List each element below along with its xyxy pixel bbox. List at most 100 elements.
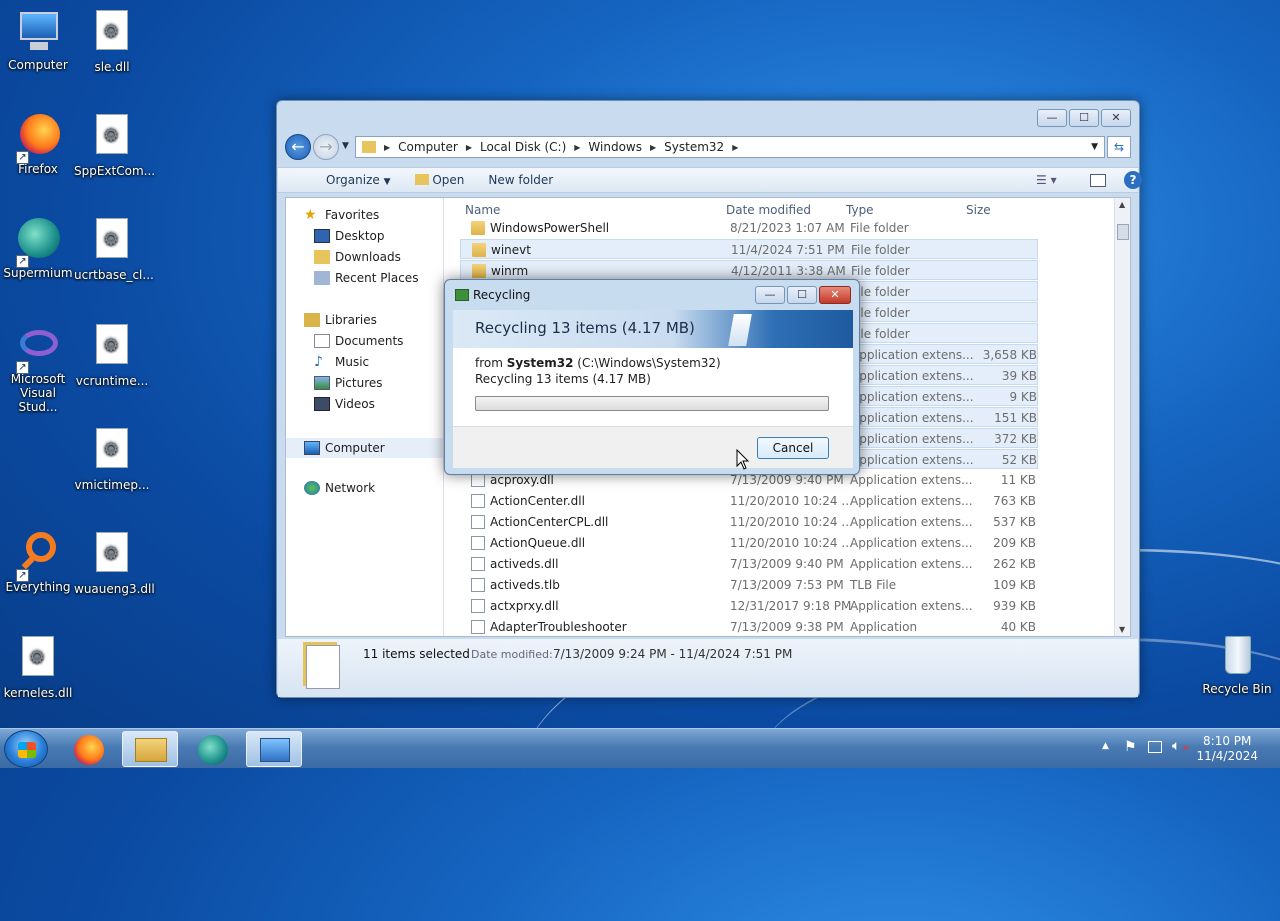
desktop-icon-everything[interactable]: ↗ Everything <box>0 530 76 594</box>
column-header-name[interactable]: Name <box>465 203 500 217</box>
dialog-banner: Recycling 13 items (4.17 MB) <box>453 310 853 348</box>
videos-icon <box>314 397 330 411</box>
file-row[interactable]: activeds.dll 7/13/2009 9:40 PM Application… <box>460 554 1038 574</box>
cancel-button[interactable]: Cancel <box>757 437 829 459</box>
scrollbar-thumb[interactable] <box>1117 224 1129 240</box>
window-controls: — ☐ ✕ <box>1037 109 1131 127</box>
desktop-icon-visual-studio[interactable]: ↗ Microsoft Visual Stud... <box>0 322 76 414</box>
desktop-icon-wuaueng3[interactable]: wuaueng3.dll <box>74 530 155 596</box>
dialog-minimize-button[interactable]: — <box>755 286 785 304</box>
file-row[interactable]: AdapterTroubleshooter 7/13/2009 9:38 PM Ap… <box>460 617 1038 636</box>
from-folder[interactable]: System32 <box>507 356 574 370</box>
nav-libraries[interactable]: Libraries <box>304 313 377 327</box>
folder-icon <box>472 264 486 278</box>
view-options-icon[interactable]: ☰ ▾ <box>1036 173 1057 187</box>
forward-button[interactable]: → <box>313 134 339 160</box>
column-header-type[interactable]: Type <box>846 203 874 217</box>
nav-downloads[interactable]: Downloads <box>314 250 401 264</box>
new-folder-button[interactable]: New folder <box>488 173 553 187</box>
file-type: Application extens... <box>850 494 973 508</box>
file-name: winrm <box>491 264 529 278</box>
organize-button[interactable]: Organize ▼ <box>302 173 391 187</box>
taskbar-supermium[interactable] <box>186 731 242 767</box>
display-icon[interactable] <box>1148 741 1162 753</box>
column-header-date[interactable]: Date modified <box>726 203 811 217</box>
desktop-icon-computer[interactable]: Computer <box>0 8 76 72</box>
dialog-close-button[interactable]: ✕ <box>819 286 851 304</box>
clock[interactable]: 8:10 PM 11/4/2024 <box>1196 734 1258 764</box>
volume-muted-icon[interactable]: 🔈︎ <box>1172 738 1180 754</box>
recycle-progress-icon <box>455 289 469 301</box>
taskbar-explorer[interactable] <box>122 731 178 767</box>
dll-file-icon <box>88 428 136 476</box>
dialog-maximize-button[interactable]: ☐ <box>787 286 817 304</box>
column-header-size[interactable]: Size <box>966 203 991 217</box>
nav-documents[interactable]: Documents <box>314 334 403 348</box>
file-row[interactable]: ActionQueue.dll 11/20/2010 10:24 ... Appli… <box>460 533 1038 553</box>
history-dropdown-icon[interactable]: ▼ <box>342 141 349 151</box>
taskbar-control-panel[interactable] <box>246 731 302 767</box>
scroll-down-icon[interactable]: ▼ <box>1119 625 1125 634</box>
file-row[interactable]: ActionCenter.dll 11/20/2010 10:24 ... Appl… <box>460 491 1038 511</box>
desktop-icon-vcruntime[interactable]: vcruntime... <box>74 322 150 388</box>
file-type: Application extens... <box>851 369 974 383</box>
desktop-icon-ucrtbase[interactable]: ucrtbase_cl... <box>74 216 154 282</box>
file-row[interactable]: activeds.tlb 7/13/2009 7:53 PM TLB File 109… <box>460 575 1038 595</box>
chevron-right-icon: ▶ <box>650 142 657 152</box>
nav-videos[interactable]: Videos <box>314 397 375 411</box>
file-row[interactable]: actxprxy.dll 12/31/2017 9:18 PM Applicatio… <box>460 596 1038 616</box>
file-type: File folder <box>851 243 910 257</box>
nav-computer[interactable]: Computer <box>286 438 443 458</box>
file-size: 9 KB <box>1009 390 1037 404</box>
sort-ascending-icon: ^ <box>588 197 595 203</box>
minimize-button[interactable]: — <box>1037 109 1067 127</box>
desktop-icon-label: Computer <box>8 58 68 72</box>
desktop-icon-vmictimep[interactable]: vmictimep... <box>74 426 150 492</box>
desktop-icon-recycle-bin[interactable]: Recycle Bin <box>1199 632 1275 696</box>
documents-icon <box>314 334 330 348</box>
file-row[interactable]: WindowsPowerShell 8/21/2023 1:07 AM File f… <box>460 218 1038 238</box>
close-button[interactable]: ✕ <box>1101 109 1131 127</box>
taskbar-firefox[interactable] <box>62 731 118 767</box>
desktop-icon-kerneles[interactable]: kerneles.dll <box>0 634 76 700</box>
nav-pictures[interactable]: Pictures <box>314 376 383 390</box>
file-row[interactable]: winrm 4/12/2011 3:38 AM File folder <box>460 260 1038 280</box>
breadcrumb-local-disk[interactable]: Local Disk (C:) <box>480 140 566 154</box>
desktop-icon-supermium[interactable]: ↗ Supermium <box>0 216 76 280</box>
address-dropdown-icon[interactable]: ▼ <box>1091 142 1098 152</box>
start-button[interactable] <box>4 730 48 768</box>
vertical-scrollbar[interactable]: ▲ ▼ <box>1114 198 1130 636</box>
libraries-icon <box>304 313 320 327</box>
scroll-up-icon[interactable]: ▲ <box>1119 200 1125 209</box>
file-row[interactable]: ActionCenterCPL.dll 11/20/2010 10:24 ... A… <box>460 512 1038 532</box>
address-bar[interactable]: ▶ Computer ▶ Local Disk (C:) ▶ Windows ▶… <box>355 136 1105 158</box>
nav-recent-places[interactable]: Recent Places <box>314 271 418 285</box>
breadcrumb-windows[interactable]: Windows <box>588 140 642 154</box>
desktop-icon-sppextcom[interactable]: SppExtCom... <box>74 112 155 178</box>
nav-music[interactable]: ♪ Music <box>314 355 369 369</box>
nav-favorites[interactable]: ★ Favorites <box>304 208 379 222</box>
breadcrumb-system32[interactable]: System32 <box>664 140 724 154</box>
maximize-button[interactable]: ☐ <box>1069 109 1099 127</box>
nav-desktop[interactable]: Desktop <box>314 229 385 243</box>
preview-pane-icon[interactable] <box>1090 173 1106 187</box>
file-size: 939 KB <box>993 599 1036 613</box>
show-hidden-icons[interactable]: ▲ <box>1102 741 1109 751</box>
file-type: File folder <box>851 264 910 278</box>
file-icon <box>471 536 485 550</box>
help-icon[interactable]: ? <box>1124 171 1142 189</box>
mute-x-icon: ✕ <box>1182 744 1190 754</box>
desktop-icon-label: wuaueng3.dll <box>74 582 155 596</box>
desktop-icon-sle-dll[interactable]: sle.dll <box>74 8 150 74</box>
refresh-button[interactable]: ⇆ <box>1107 136 1131 158</box>
nav-network[interactable]: Network <box>304 481 375 495</box>
back-button[interactable]: ← <box>285 134 311 160</box>
file-name: WindowsPowerShell <box>490 221 610 235</box>
file-row[interactable]: winevt 11/4/2024 7:51 PM File folder <box>460 239 1038 259</box>
breadcrumb-computer[interactable]: Computer <box>398 140 458 154</box>
desktop-icon-label: ucrtbase_cl... <box>74 268 154 282</box>
clock-date: 11/4/2024 <box>1196 749 1258 763</box>
action-center-flag-icon[interactable]: ⚑ <box>1124 739 1137 755</box>
open-button[interactable]: Open <box>414 173 464 187</box>
desktop-icon-firefox[interactable]: ↗ Firefox <box>0 112 76 176</box>
